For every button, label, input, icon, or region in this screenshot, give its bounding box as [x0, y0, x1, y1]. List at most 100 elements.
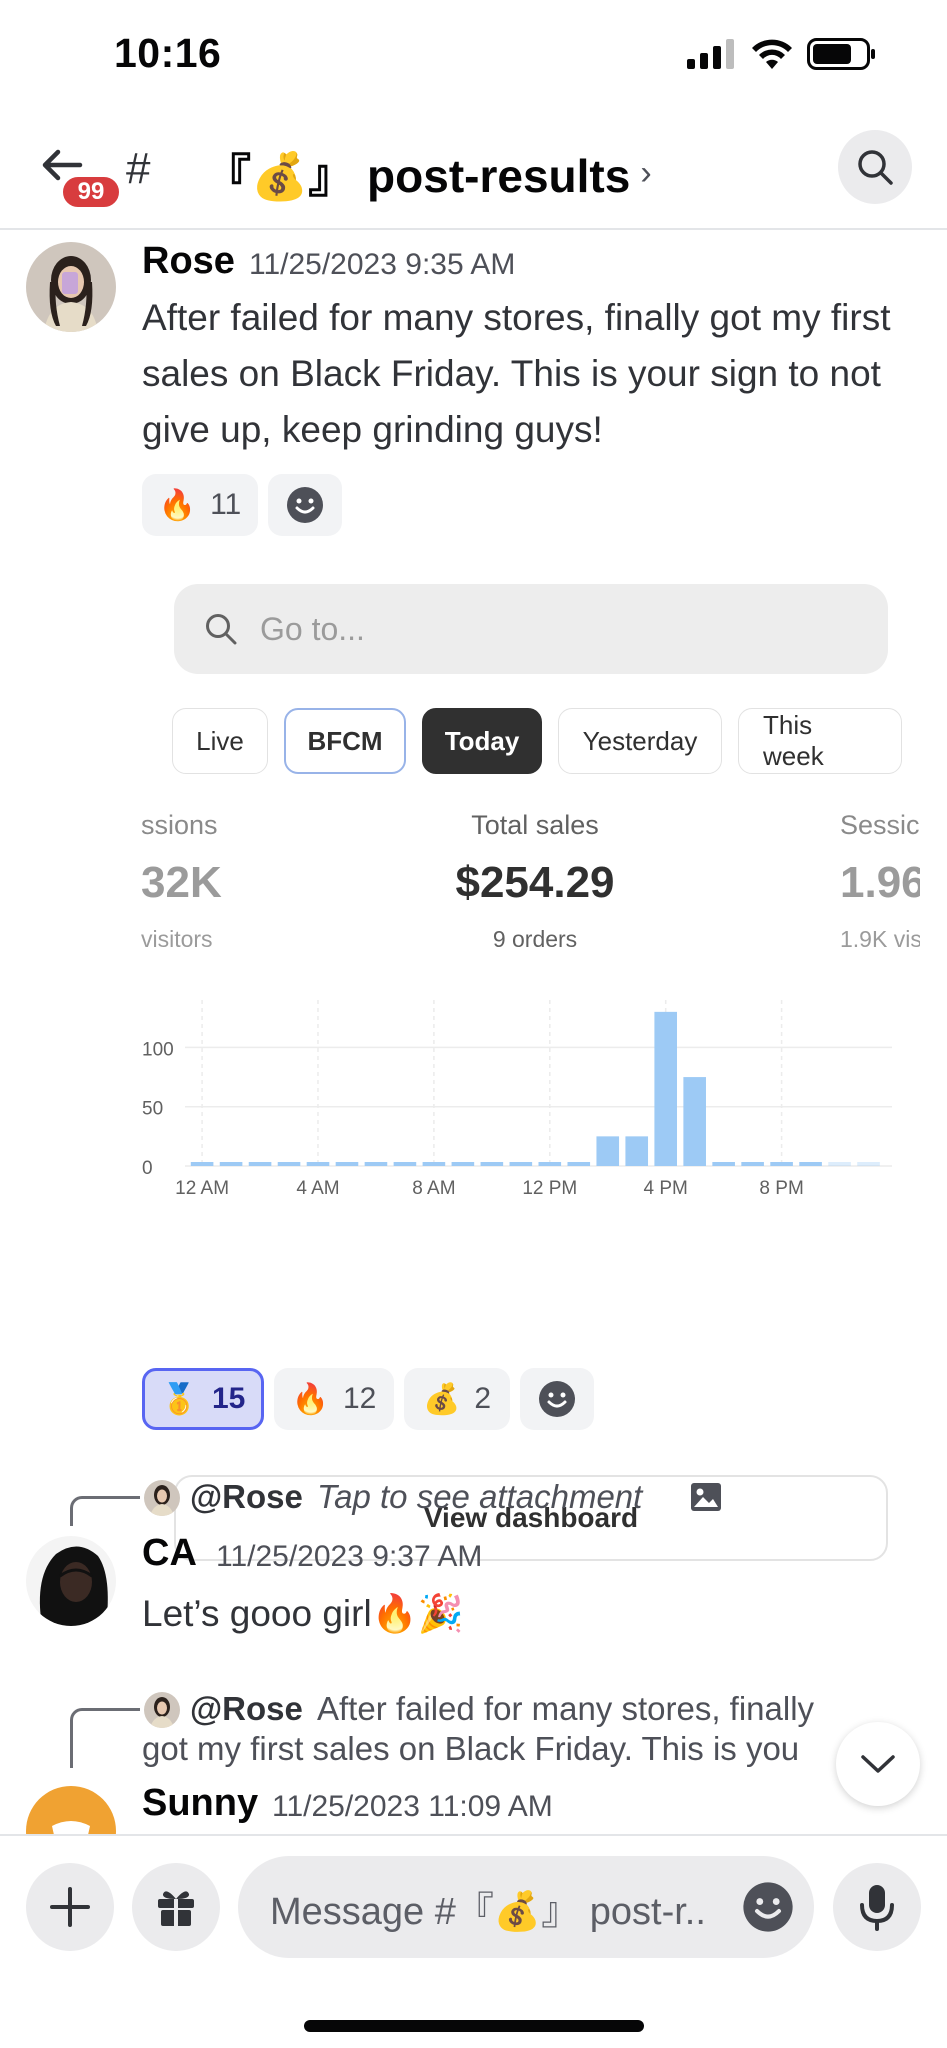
chart-y-tick-label: 0 [142, 1158, 153, 1179]
image-attachment-icon [691, 1483, 721, 1511]
chart-bar [654, 1011, 678, 1166]
reply-avatar-rose [144, 1692, 180, 1728]
chart-bar-zero [770, 1162, 793, 1166]
reply-avatar-image [144, 1480, 180, 1516]
chart-bar [625, 1136, 649, 1166]
metric-right-value: 1.96 [840, 858, 920, 907]
reaction-emoji: 🥇 [160, 1382, 198, 1416]
reply-connector [70, 1496, 140, 1526]
chart-x-tick-label: 12 PM [522, 1178, 577, 1199]
gift-button[interactable] [132, 1863, 220, 1951]
message-placeholder: Message #『💰』 post-r.. [270, 1890, 706, 1933]
attach-button[interactable] [26, 1863, 114, 1951]
chart-y-tick-label: 100 [142, 1039, 174, 1060]
avatar-rose[interactable] [26, 242, 116, 332]
reply-preview-line1[interactable]: After failed for many stores, finally [317, 1690, 867, 1728]
chart-bar-zero [364, 1162, 388, 1166]
chart-bar-zero [538, 1162, 562, 1166]
chevron-down-icon [861, 1755, 895, 1773]
metric-right-label: Sessic [840, 810, 920, 840]
reaction-medal[interactable]: 🥇 15 [142, 1368, 264, 1430]
reply-connector [70, 1708, 140, 1768]
message-author[interactable]: CA [142, 1532, 197, 1575]
wifi-icon [752, 39, 792, 69]
chart-bar-zero [422, 1162, 446, 1166]
reaction-fire[interactable]: 🔥 11 [142, 474, 258, 536]
plus-icon [50, 1887, 90, 1927]
chart-bar-zero [335, 1162, 359, 1166]
home-indicator [304, 2020, 644, 2032]
cellular-signal-icon [687, 39, 734, 69]
metric-left-sub: visitors [141, 926, 213, 952]
chart-bar-zero [741, 1162, 764, 1166]
status-bar: 10:16 [0, 0, 947, 110]
search-icon [206, 614, 237, 645]
status-time: 10:16 [114, 30, 222, 76]
metric-center-sub: 9 orders [492, 926, 578, 952]
avatar-rose-image [26, 242, 116, 332]
sales-chart: 0 50 100 12 AM 4 AM 8 AM 12 PM 4 PM 8 PM [142, 1000, 892, 1199]
channel-title[interactable]: 『💰』 post-results › [205, 140, 652, 206]
reply-author[interactable]: @Rose [190, 1478, 303, 1516]
chart-bar [683, 1077, 706, 1166]
reply-author[interactable]: @Rose [190, 1690, 303, 1728]
add-reaction-button[interactable] [520, 1368, 594, 1430]
reaction-emoji: 💰 [422, 1382, 461, 1416]
message-timestamp: 11/25/2023 9:37 AM [216, 1540, 483, 1573]
chevron-right-icon: › [640, 153, 652, 192]
chart-bar-zero [393, 1162, 417, 1166]
message-author[interactable]: Rose [142, 240, 235, 283]
channel-header: 99 # 『💰』 post-results › [0, 110, 947, 230]
reaction-fire[interactable]: 🔥 12 [274, 1368, 394, 1430]
jump-to-latest-button[interactable] [836, 1722, 920, 1806]
microphone-icon [860, 1885, 894, 1931]
period-pill-yesterday: Yesterday [558, 708, 722, 774]
emoji-icon[interactable] [742, 1881, 794, 1933]
metric-center-label: Total sales [471, 810, 599, 840]
chart-bar-zero [799, 1162, 822, 1166]
channel-hash-icon: # [126, 144, 151, 193]
avatar-sunny[interactable] [26, 1786, 116, 1834]
chart-bar-zero [480, 1162, 504, 1166]
reaction-emoji: 🔥 [291, 1382, 329, 1416]
reply-preview-line2[interactable]: got my first sales on Black Friday. This… [142, 1730, 842, 1768]
reaction-count: 12 [342, 1382, 377, 1415]
chart-bar-zero [277, 1162, 301, 1166]
period-pills: Live BFCM Today Yesterday This week [172, 708, 917, 774]
message-timestamp: 11/25/2023 9:35 AM [249, 248, 516, 281]
chart-bar [596, 1136, 620, 1166]
period-pill-bfcm: BFCM [284, 708, 406, 774]
channel-name: 『💰』 post-results [205, 150, 631, 202]
chart-bar-zero [857, 1162, 880, 1166]
reply-preview[interactable]: Tap to see attachment [317, 1478, 642, 1516]
battery-icon [807, 38, 875, 70]
voice-message-button[interactable] [833, 1863, 921, 1951]
chart-x-tick-label: 8 PM [759, 1178, 803, 1199]
avatar-ca[interactable] [26, 1536, 116, 1626]
add-reaction-button[interactable] [268, 474, 342, 536]
search-icon [858, 150, 893, 185]
message-list[interactable]: Rose 11/25/2023 9:35 AM After failed for… [0, 230, 947, 1834]
message-timestamp: 11/25/2023 11:09 AM [272, 1790, 553, 1823]
goto-placeholder: Go to... [260, 610, 365, 647]
metric-left-value: 32K [141, 858, 222, 907]
message-author[interactable]: Sunny [142, 1782, 258, 1825]
reaction-count: 15 [211, 1382, 246, 1415]
message-input[interactable]: Message #『💰』 post-r.. [238, 1856, 814, 1958]
reaction-emoji: 🔥 [158, 488, 197, 522]
chart-bar-zero [306, 1162, 330, 1166]
metric-center-value: $254.29 [455, 858, 615, 907]
metric-right-sub: 1.9K vis [840, 926, 920, 952]
chart-x-tick-label: 8 AM [412, 1178, 455, 1199]
period-pill-today: Today [422, 708, 542, 774]
chart-x-tick-label: 12 AM [175, 1178, 229, 1199]
attachment-image[interactable]: Go to... Live BFCM Today Yesterday This … [140, 570, 920, 1561]
reply-avatar-rose [144, 1480, 180, 1516]
reaction-money-bag[interactable]: 💰 2 [404, 1368, 510, 1430]
reaction-count: 11 [210, 488, 242, 521]
chart-bar-zero [712, 1162, 735, 1166]
search-button[interactable] [838, 130, 912, 204]
chart-y-tick-label: 50 [142, 1099, 163, 1120]
avatar-sunny-image [26, 1786, 116, 1834]
unread-badge: 99 [60, 174, 122, 210]
